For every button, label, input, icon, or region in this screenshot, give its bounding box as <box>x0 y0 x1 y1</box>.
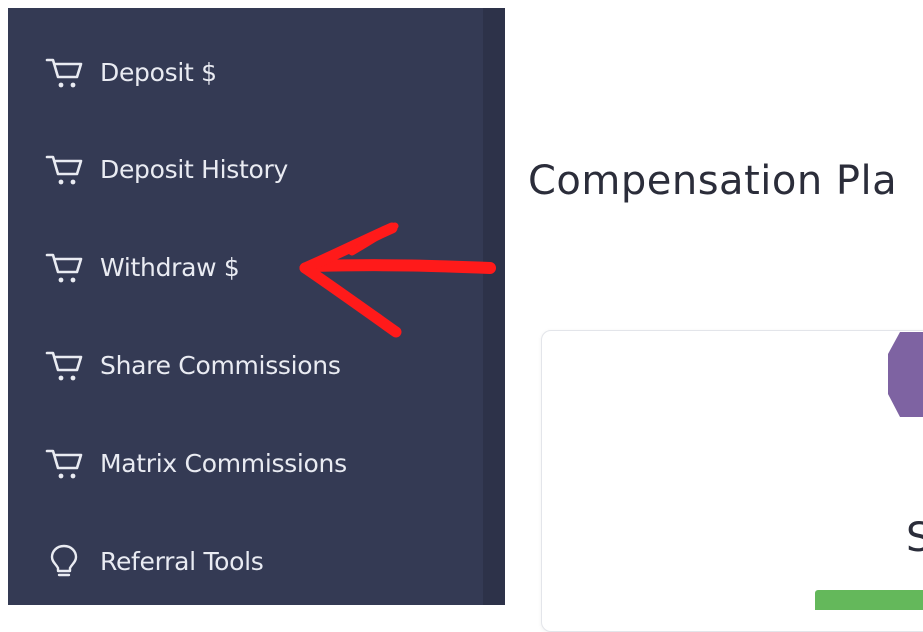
card-heading: S <box>906 515 923 561</box>
lightbulb-icon <box>44 543 84 579</box>
sidebar-item-deposit[interactable]: Deposit $ <box>44 52 217 92</box>
sidebar-item-label: Deposit History <box>100 154 288 184</box>
sidebar-item-share-commissions[interactable]: Share Commissions <box>44 345 341 385</box>
sidebar <box>8 8 505 605</box>
cart-icon <box>44 54 84 90</box>
sidebar-item-matrix-commissions[interactable]: Matrix Commissions <box>44 443 347 483</box>
sidebar-item-deposit-history[interactable]: Deposit History <box>44 149 288 189</box>
card-action-button[interactable] <box>815 590 923 610</box>
sidebar-item-label: Deposit $ <box>100 57 217 87</box>
page-title: Compensation Pla <box>528 158 898 204</box>
sidebar-scrollbar[interactable] <box>483 8 505 605</box>
sidebar-item-withdraw[interactable]: Withdraw $ <box>44 247 240 287</box>
cart-icon <box>44 445 84 481</box>
sidebar-item-label: Referral Tools <box>100 546 264 576</box>
cart-icon <box>44 347 84 383</box>
plan-card <box>541 330 923 632</box>
sidebar-item-referral-tools[interactable]: Referral Tools <box>44 541 264 581</box>
hexagon-logo-icon <box>888 332 923 417</box>
sidebar-item-label: Matrix Commissions <box>100 448 347 478</box>
cart-icon <box>44 249 84 285</box>
sidebar-item-label: Withdraw $ <box>100 252 240 282</box>
sidebar-item-label: Share Commissions <box>100 350 341 380</box>
cart-icon <box>44 151 84 187</box>
